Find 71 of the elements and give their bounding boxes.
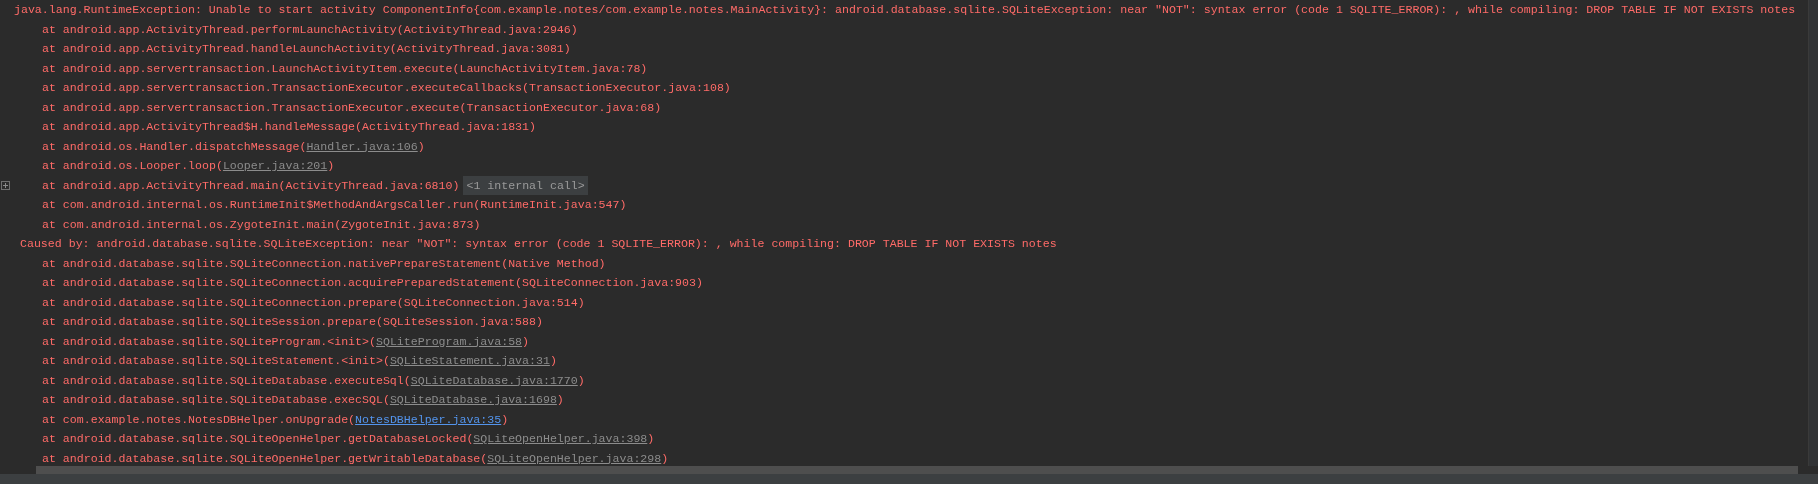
stack-frame-method: at android.app.ActivityThread.main(: [42, 177, 286, 194]
stack-frame-method: at android.app.ActivityThread.performLaunchActivity(: [42, 21, 404, 38]
stack-frame-method: at android.app.ActivityThread$H.handleMessage(: [42, 119, 363, 135]
closing-paren: ): [473, 216, 481, 233]
closing-paren: ): [577, 294, 585, 311]
source-location: ZygoteInit.java:873: [341, 216, 474, 233]
stack-frame-method: at android.database.sqlite.SQLiteStatement.<init>(: [42, 353, 390, 369]
source-link[interactable]: SQLiteOpenHelper.java:298: [487, 448, 662, 466]
closing-paren: ): [417, 138, 425, 155]
source-location: SQLiteConnection.java:514: [403, 294, 578, 311]
closing-paren: ): [661, 450, 669, 466]
stack-frame-method: at android.database.sqlite.SQLiteSession.prepare(: [42, 314, 383, 330]
source-link[interactable]: SQLiteOpenHelper.java:398: [473, 429, 648, 449]
closing-paren: ): [529, 119, 536, 135]
folded-calls-badge[interactable]: <1 internal call>: [463, 175, 588, 195]
source-link[interactable]: Looper.java:201: [222, 156, 328, 176]
closing-paren: ): [577, 372, 585, 389]
source-location: SQLiteSession.java:588: [382, 314, 536, 330]
source-location: ActivityThread.java:1831: [362, 119, 530, 135]
source-location: ActivityThread.java:2946: [403, 21, 571, 38]
closing-paren: ): [619, 197, 627, 213]
closing-paren: ): [536, 314, 543, 330]
stack-frame-method: at android.app.ActivityThread.handleLaunchActivity(: [42, 41, 397, 57]
closing-paren: ): [570, 21, 578, 38]
stack-frame-method: at android.app.servertransaction.TransactionExecutor.executeCallbacks(: [42, 80, 530, 96]
closing-paren: ): [654, 99, 662, 116]
stack-frame-method: at android.app.servertransaction.LaunchActivityItem.execute(: [42, 60, 460, 77]
source-link[interactable]: SQLiteDatabase.java:1770: [410, 370, 578, 390]
stack-frame-method: at android.database.sqlite.SQLiteOpenHelper.getDatabaseLocked(: [42, 431, 474, 447]
stack-frame-method: at android.database.sqlite.SQLiteProgram.<init>(: [42, 333, 376, 350]
source-location: TransactionExecutor.java:68: [466, 99, 655, 116]
stack-frame-method: at android.database.sqlite.SQLiteDatabase.executeSql(: [42, 372, 411, 389]
source-link[interactable]: SQLiteStatement.java:31: [389, 351, 550, 371]
caused-by-line: Caused by: android.database.sqlite.SQLiteException: near "NOT": syntax error (code 1 SQLITE_ERROR): , while compiling: DROP TABLE IF NOT EXISTS notes: [20, 236, 1057, 252]
closing-paren: ): [563, 41, 571, 57]
source-location: RuntimeInit.java:547: [480, 197, 620, 213]
closing-paren: ): [640, 60, 648, 77]
source-location: SQLiteConnection.java:903: [522, 275, 696, 291]
stack-frame-method: at android.database.sqlite.SQLiteConnection.acquirePreparedStatement(: [42, 275, 523, 291]
source-location: ActivityThread.java:3081: [396, 41, 564, 57]
source-link[interactable]: NotesDBHelper.java:35: [355, 409, 502, 429]
stack-frame-method: at android.database.sqlite.SQLiteConnection.prepare(: [42, 294, 404, 311]
stack-frame-method: at com.android.internal.os.RuntimeInit$MethodAndArgsCaller.run(: [42, 197, 481, 213]
closing-paren: ): [327, 158, 335, 174]
stack-frame-method: at android.os.Looper.loop(: [42, 158, 223, 174]
closing-paren: ): [556, 392, 564, 408]
closing-paren: ): [696, 275, 703, 291]
stack-frame-method: at android.database.sqlite.SQLiteOpenHelper.getWritableDatabase(: [42, 450, 488, 466]
closing-paren: ): [522, 333, 530, 350]
closing-paren: ): [723, 80, 731, 96]
source-location: Native Method: [508, 255, 599, 272]
horizontal-scrollbar[interactable]: [36, 466, 1798, 474]
stack-frame-method: at android.database.sqlite.SQLiteConnection.nativePrepareStatement(: [42, 255, 509, 272]
source-link[interactable]: Handler.java:106: [306, 136, 418, 156]
stack-frame-method: at android.database.sqlite.SQLiteDatabase.execSQL(: [42, 392, 390, 408]
stack-frame-method: at com.example.notes.NotesDBHelper.onUpgrade(: [42, 411, 356, 428]
closing-paren: ): [452, 177, 460, 194]
source-location: TransactionExecutor.java:108: [529, 80, 724, 96]
source-link[interactable]: SQLiteDatabase.java:1698: [389, 390, 557, 410]
closing-paren: ): [501, 411, 509, 428]
expand-icon[interactable]: [1, 180, 10, 190]
closing-paren: ): [647, 431, 655, 447]
stack-frame-method: at android.os.Handler.dispatchMessage(: [42, 138, 307, 155]
source-location: ActivityThread.java:6810: [285, 177, 453, 194]
closing-paren: ): [549, 353, 557, 369]
source-location: LaunchActivityItem.java:78: [459, 60, 641, 77]
exception-line: java.lang.RuntimeException: Unable to start activity ComponentInfo{com.example.notes/com.example.notes.MainActivity}: android.database.sqlite.SQLiteException: near "NOT": syntax error (code 1 SQLITE_ERROR): , while compiling: DROP TABLE IF NOT EXISTS notes: [14, 2, 1796, 18]
source-link[interactable]: SQLiteProgram.java:58: [375, 331, 523, 351]
closing-paren: ): [598, 255, 606, 272]
stack-frame-method: at com.android.internal.os.ZygoteInit.main(: [42, 216, 342, 233]
stack-frame-method: at android.app.servertransaction.TransactionExecutor.execute(: [42, 99, 467, 116]
